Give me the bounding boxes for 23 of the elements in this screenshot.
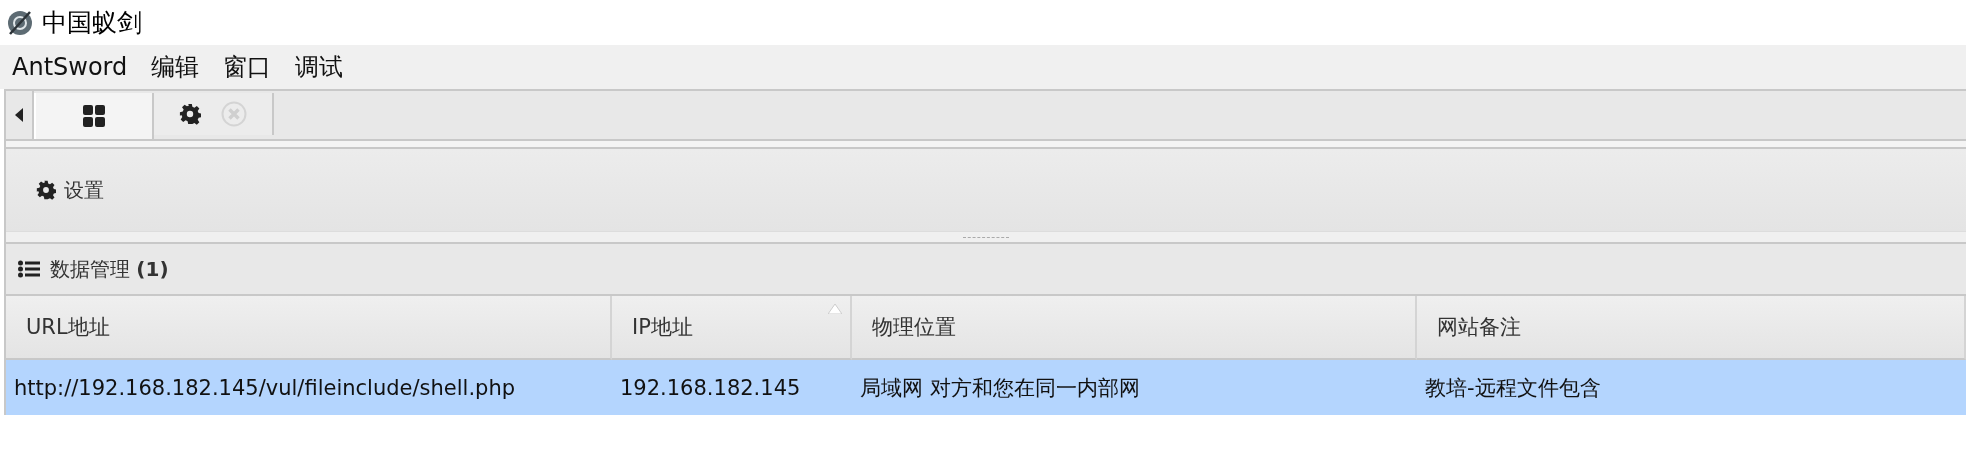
tab[interactable]: [154, 93, 274, 135]
settings-button[interactable]: 设置: [32, 172, 108, 208]
column-header[interactable]: IP地址: [612, 296, 852, 360]
table-cell: http://192.168.182.145/vul/fileinclude/shell.php: [6, 360, 612, 415]
window-title: 中国蚁剑: [42, 7, 142, 39]
column-header[interactable]: 网站备注: [1417, 296, 1966, 360]
table-cell: 局域网 对方和您在同一内部网: [852, 360, 1417, 415]
column-header[interactable]: URL地址: [6, 296, 612, 360]
column-header[interactable]: 物理位置: [852, 296, 1417, 360]
menu-item[interactable]: 编辑: [151, 51, 212, 83]
list-icon: [18, 260, 40, 278]
grid-icon: [83, 105, 105, 127]
tab[interactable]: [34, 93, 154, 139]
menu-item[interactable]: 窗口: [223, 51, 284, 83]
gear-icon: [179, 103, 201, 125]
caret-icon: [15, 108, 23, 122]
menu-item[interactable]: AntSword: [12, 53, 140, 81]
gear-icon: [36, 180, 56, 200]
menu-item[interactable]: 调试: [295, 51, 356, 83]
table-cell: 教培-远程文件包含: [1417, 360, 1966, 415]
app-logo-icon: [6, 8, 34, 37]
table-cell: 192.168.182.145: [612, 360, 852, 415]
panel-title: 数据管理 (1): [50, 255, 169, 283]
